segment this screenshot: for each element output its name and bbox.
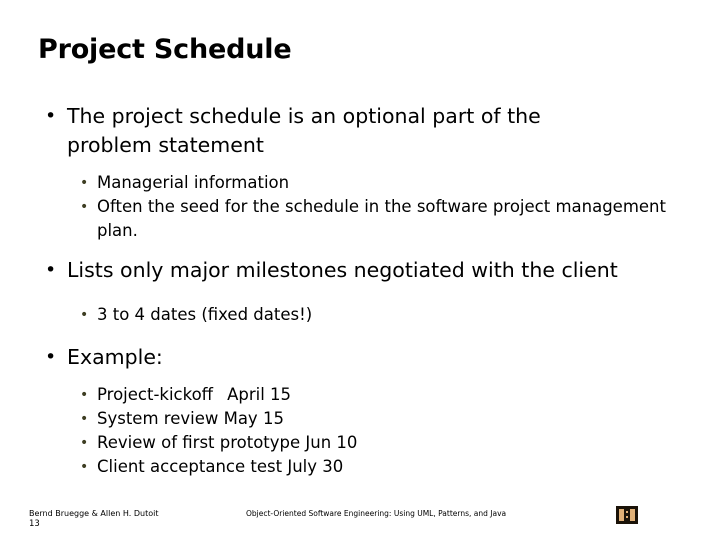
footer-authors: Bernd Bruegge & Allen H. Dutoit (29, 509, 159, 518)
bullet-dot-icon: • (80, 307, 89, 323)
milestone-date: April 15 (227, 385, 292, 404)
book-logo-icon (616, 506, 638, 524)
bullet-dot-icon: • (80, 435, 89, 451)
bullet-dot-icon: • (80, 411, 89, 427)
bullet-dot-icon: • (80, 387, 89, 403)
bullet-dot-icon: • (45, 346, 57, 368)
bullet-dot-icon: • (80, 199, 89, 215)
slide-canvas: Project Schedule • The project schedule … (0, 0, 720, 540)
bullet-text: Often the seed for the schedule in the s… (97, 197, 666, 240)
bullet-level2: • 3 to 4 dates (fixed dates!) (0, 303, 720, 327)
bullet-text: 3 to 4 dates (fixed dates!) (97, 305, 313, 324)
bullet-dot-icon: • (80, 175, 89, 191)
bullet-dot-icon: • (45, 259, 57, 281)
milestone-row: • Project-kickoff April 15 (0, 383, 720, 407)
milestone-text: Project-kickoff April 15 (97, 383, 675, 407)
bullet-text: Managerial information (97, 173, 290, 192)
milestone-row: • Review of first prototype Jun 10 (0, 431, 720, 455)
page-title: Project Schedule (38, 34, 292, 65)
bullet-level1: • The project schedule is an optional pa… (0, 102, 720, 160)
footer-book-title: Object-Oriented Software Engineering: Us… (246, 509, 507, 518)
bullet-text: Example: (67, 345, 163, 369)
milestone-row: • System review May 15 (0, 407, 720, 431)
milestone-text: Client acceptance test July 30 (97, 457, 344, 476)
milestone-row: • Client acceptance test July 30 (0, 455, 720, 479)
footer-page-number: 13 (29, 519, 40, 529)
bullet-level2: • Often the seed for the schedule in the… (0, 195, 720, 243)
slide-footer: Bernd Bruegge & Allen H. Dutoit 13 Objec… (0, 505, 720, 540)
logo-pip-bottom (626, 516, 628, 518)
bullet-text: Lists only major milestones negotiated w… (67, 258, 618, 282)
milestone-label: Project-kickoff (97, 385, 214, 404)
milestone-text: System review May 15 (97, 409, 284, 428)
bullet-level1: • Example: (0, 343, 720, 372)
bullet-dot-icon: • (80, 459, 89, 475)
bullet-level1: • Lists only major milestones negotiated… (0, 256, 720, 285)
milestone-text: Review of first prototype Jun 10 (97, 433, 358, 452)
bullet-level2: • Managerial information (0, 171, 720, 195)
bullet-dot-icon: • (45, 105, 57, 127)
bullet-text: The project schedule is an optional part… (67, 104, 541, 157)
slide-body: • The project schedule is an optional pa… (0, 102, 720, 479)
logo-pip-top (626, 511, 628, 513)
